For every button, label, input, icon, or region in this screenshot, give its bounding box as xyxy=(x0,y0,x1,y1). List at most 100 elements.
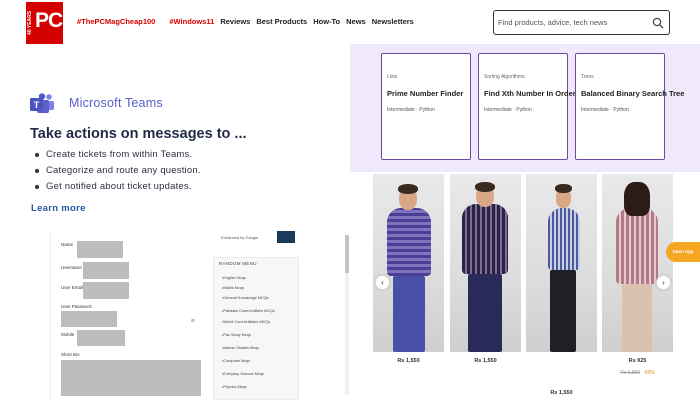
teams-logo-icon: T xyxy=(30,93,54,113)
teams-headline: Take actions on messages to ... xyxy=(30,126,247,142)
hair-shape xyxy=(398,184,418,194)
bio-field[interactable] xyxy=(61,360,201,396)
nav-reviews[interactable]: Reviews xyxy=(220,17,250,29)
menu-item[interactable]: English Mcqs xyxy=(222,276,246,280)
scrollbar-thumb[interactable] xyxy=(345,235,349,273)
shirt-shape xyxy=(616,208,658,284)
top-nav: #ThePCMagCheap100 #Windows11 Reviews Bes… xyxy=(77,17,414,29)
shirt-shape xyxy=(462,204,508,274)
search-box xyxy=(493,10,670,35)
label-password: User Password xyxy=(61,304,92,309)
search-icon[interactable] xyxy=(652,17,664,29)
product-price: Rs 1,550 xyxy=(550,390,573,396)
menu-item[interactable]: Islamic Studies Mcqs xyxy=(222,346,259,350)
card-meta: Intermediate · Python xyxy=(387,107,435,113)
logo-badge: 40 YEARS xyxy=(27,10,33,36)
pants-shape xyxy=(468,274,502,352)
product-old-price: Rs 1,850 xyxy=(620,370,641,376)
teams-ad[interactable]: T Microsoft Teams Take actions on messag… xyxy=(20,82,340,222)
learn-more-link[interactable]: Learn more xyxy=(31,203,86,214)
hair-shape xyxy=(624,182,650,216)
product-card[interactable]: Rs 1,550 xyxy=(450,174,521,364)
nav-how-to[interactable]: How-To xyxy=(313,17,340,29)
form-preview: Name Username User Email User Password ⌀… xyxy=(50,231,349,400)
menu-item[interactable]: Physics Mcqs xyxy=(222,385,246,389)
mobile-field[interactable] xyxy=(77,330,125,346)
product-discount: Rs 1,850 -50% xyxy=(602,370,673,376)
teams-bullet: Create tickets from within Teams. xyxy=(35,147,201,163)
random-menu-title: RANDOM MENU xyxy=(219,261,257,266)
pcmag-logo[interactable]: 40 YEARS PC xyxy=(26,2,63,44)
label-bio: Short Bio xyxy=(61,352,80,357)
password-field[interactable] xyxy=(61,311,117,327)
menu-item[interactable]: Maths Mcqs xyxy=(222,286,243,290)
sidebar-column: Enhanced by Google RANDOM MENU English M… xyxy=(211,231,349,400)
random-menu: RANDOM MENU English Mcqs Maths Mcqs Gene… xyxy=(213,257,299,400)
pants-shape xyxy=(393,276,425,352)
card-title: Balanced Binary Search Tree xyxy=(581,89,685,98)
product-price: Rs 1,550 xyxy=(397,358,420,364)
site-header: 40 YEARS PC #ThePCMagCheap100 #Windows11… xyxy=(0,0,700,44)
nav-best-products[interactable]: Best Products xyxy=(256,17,307,29)
product-image[interactable] xyxy=(602,174,673,352)
teams-brand: Microsoft Teams xyxy=(69,96,163,110)
practice-cards-panel: Lists Prime Number Finder Intermediate ·… xyxy=(350,44,700,172)
product-discount-percent: -50% xyxy=(643,370,655,376)
open-app-button[interactable]: Open App xyxy=(666,242,700,262)
sidebar-search-button[interactable] xyxy=(277,231,295,243)
card-meta: Intermediate · Python xyxy=(484,107,532,113)
label-username: Username xyxy=(61,265,82,270)
teams-bullets: Create tickets from within Teams. Catego… xyxy=(35,147,201,195)
page: 40 YEARS PC #ThePCMagCheap100 #Windows11… xyxy=(0,0,700,400)
card-title: Prime Number Finder xyxy=(387,89,464,98)
product-image[interactable] xyxy=(526,174,597,352)
username-field[interactable] xyxy=(83,262,129,279)
menu-item[interactable]: Everyday Science Mcqs xyxy=(222,372,264,376)
product-image[interactable] xyxy=(373,174,444,352)
logo-text: PC xyxy=(35,9,63,32)
label-email: User Email xyxy=(61,285,84,290)
menu-item[interactable]: Pakistan Current Affairs MCQs xyxy=(222,309,275,313)
product-card[interactable]: Rs 1,550 xyxy=(526,174,597,396)
search-input[interactable] xyxy=(498,15,648,30)
hair-shape xyxy=(475,182,495,192)
teams-bullet: Get notified about ticket updates. xyxy=(35,179,201,195)
paperclip-icon: ⌀ xyxy=(191,318,195,324)
product-carousel: Rs 1,550 Rs 1,550 Rs 1,550 Rs 925 Rs 1,8… xyxy=(350,172,700,400)
practice-card[interactable]: Sorting Algorithms Find Xth Number In Or… xyxy=(478,53,576,160)
product-card[interactable]: Rs 1,550 xyxy=(373,174,444,364)
product-card[interactable]: Rs 925 Rs 1,850 -50% xyxy=(602,174,673,376)
pants-shape xyxy=(550,270,576,352)
chevron-right-icon[interactable]: › xyxy=(656,275,671,290)
card-topic: Trees xyxy=(581,74,594,80)
practice-card[interactable]: Lists Prime Number Finder Intermediate ·… xyxy=(381,53,471,160)
menu-item[interactable]: World Current Affairs MCQs xyxy=(222,320,270,324)
menu-item[interactable]: Computer Mcqs xyxy=(222,359,250,363)
hair-shape xyxy=(555,184,572,193)
product-price: Rs 925 xyxy=(628,358,647,364)
card-meta: Intermediate · Python xyxy=(581,107,629,113)
nav-tag-windows11[interactable]: #Windows11 xyxy=(169,17,214,29)
name-field[interactable] xyxy=(77,241,123,258)
email-field[interactable] xyxy=(83,282,129,299)
chevron-left-icon[interactable]: ‹ xyxy=(375,275,390,290)
shirt-shape xyxy=(548,208,580,270)
menu-item[interactable]: General Knowledge MCQs xyxy=(222,296,268,300)
nav-newsletters[interactable]: Newsletters xyxy=(372,17,414,29)
practice-card[interactable]: Trees Balanced Binary Search Tree Interm… xyxy=(575,53,684,160)
card-topic: Lists xyxy=(387,74,398,80)
shirt-shape xyxy=(387,208,431,276)
teams-bullet: Categorize and route any question. xyxy=(35,163,201,179)
pants-shape xyxy=(622,284,652,352)
menu-item[interactable]: Pak Study Mcqs xyxy=(222,333,250,337)
product-price: Rs 1,550 xyxy=(474,358,497,364)
product-image[interactable] xyxy=(450,174,521,352)
nav-tag-cheap100[interactable]: #ThePCMagCheap100 xyxy=(77,17,155,29)
form-column: Name Username User Email User Password ⌀… xyxy=(51,231,205,400)
card-title: Find Xth Number In Order xyxy=(484,89,576,98)
label-name: Name xyxy=(61,242,74,247)
label-mobile: Mobile xyxy=(61,332,75,337)
card-topic: Sorting Algorithms xyxy=(484,74,525,80)
svg-text:T: T xyxy=(34,100,40,110)
nav-news[interactable]: News xyxy=(346,17,366,29)
